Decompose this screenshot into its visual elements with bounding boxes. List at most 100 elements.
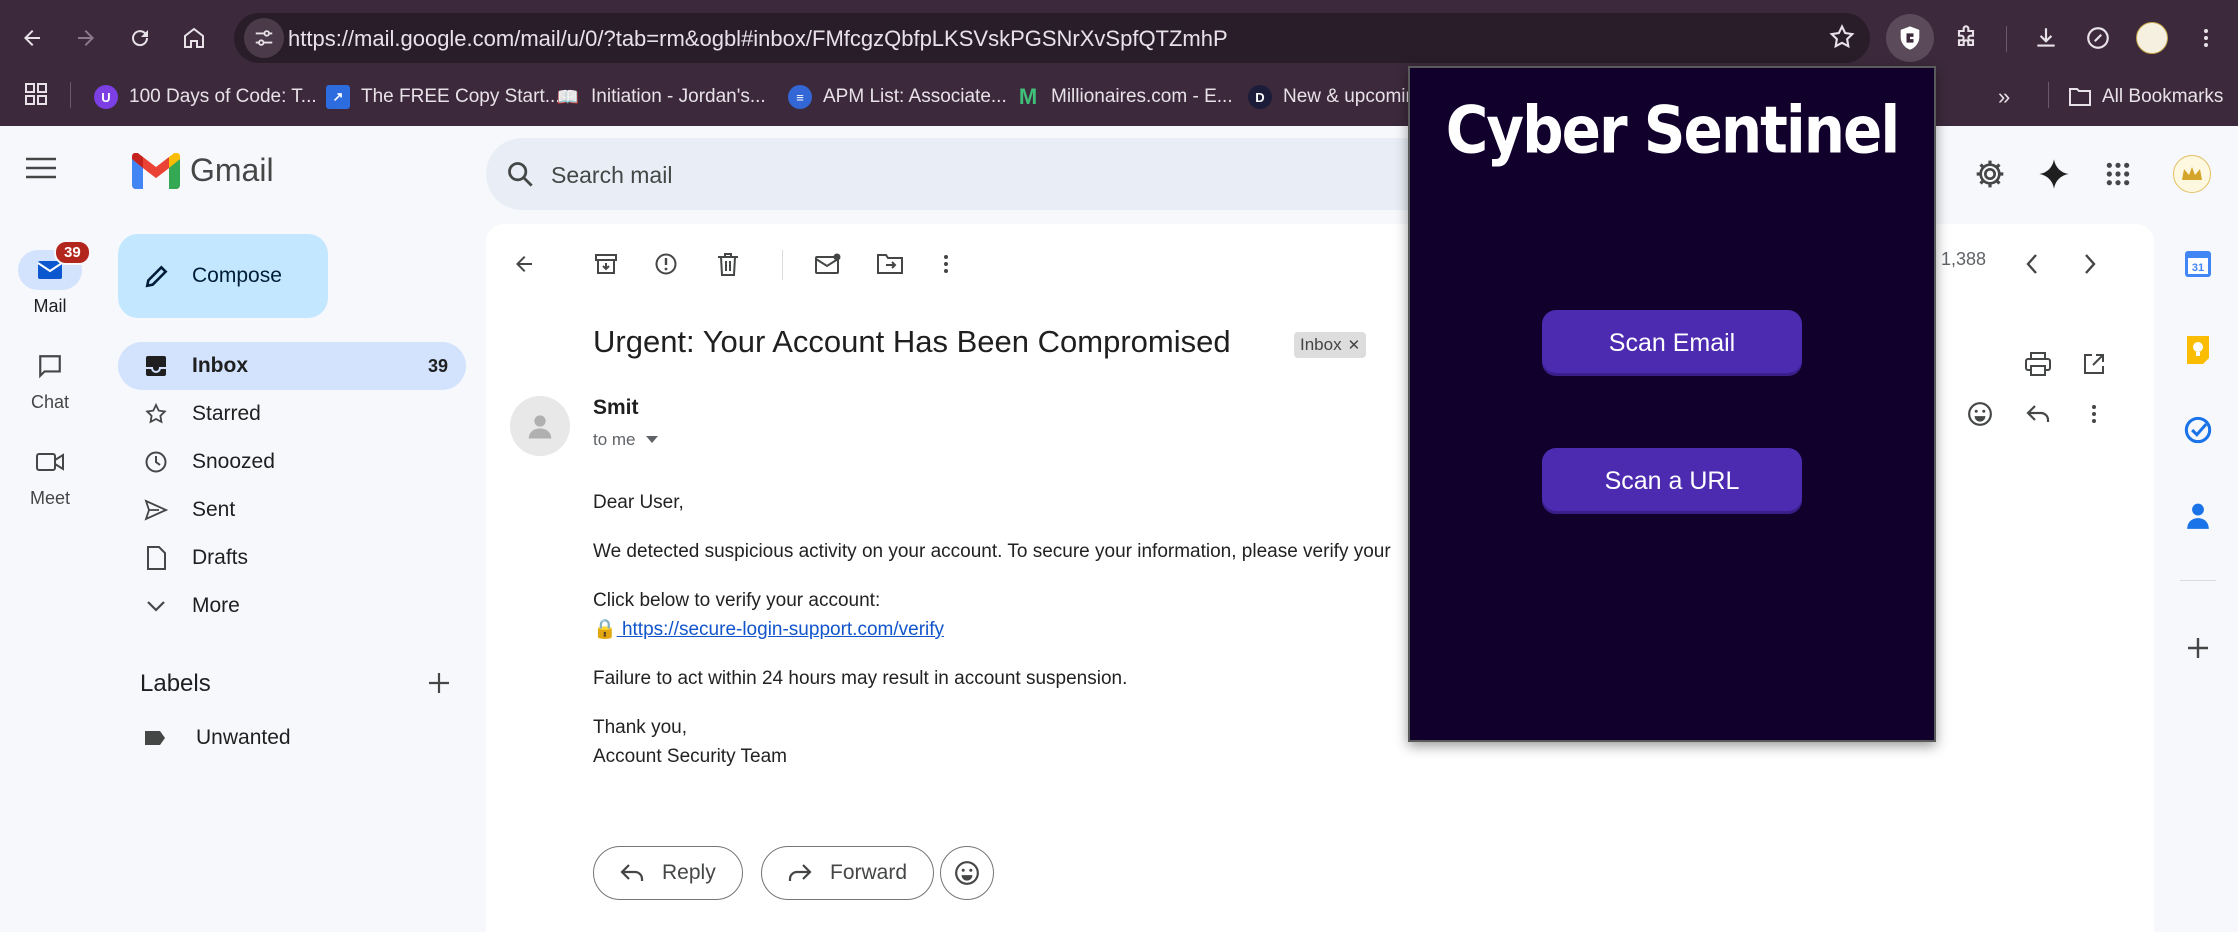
bookmarks-overflow-button[interactable]: » bbox=[1998, 80, 2010, 114]
gmail-logo[interactable]: Gmail bbox=[132, 152, 274, 189]
bookmark-item[interactable]: D New & upcomin bbox=[1248, 80, 1416, 114]
email-signoff: Thank you, Account Security Team bbox=[593, 713, 1391, 771]
video-camera-icon bbox=[36, 453, 64, 471]
calendar-app-button[interactable]: 31 bbox=[2178, 244, 2218, 284]
print-button[interactable] bbox=[2018, 344, 2058, 384]
folder-move-icon bbox=[877, 254, 903, 274]
address-bar[interactable]: https://mail.google.com/mail/u/0/?tab=rm… bbox=[234, 13, 1870, 63]
scan-url-button[interactable]: Scan a URL bbox=[1542, 448, 1802, 514]
printer-icon bbox=[2025, 352, 2051, 376]
inbox-label-chip[interactable]: Inbox ✕ bbox=[1294, 332, 1367, 358]
get-addons-button[interactable] bbox=[2178, 628, 2218, 668]
send-icon bbox=[144, 499, 168, 521]
back-button[interactable] bbox=[12, 18, 52, 58]
delete-button[interactable] bbox=[708, 244, 748, 284]
bookmark-item[interactable]: ≡ APM List: Associate... bbox=[788, 80, 1007, 114]
folder-drafts[interactable]: Drafts bbox=[118, 534, 468, 582]
sender-avatar[interactable] bbox=[510, 396, 570, 456]
create-label-button[interactable] bbox=[428, 672, 450, 694]
search-bar[interactable]: Search mail bbox=[486, 138, 1496, 210]
compose-button[interactable]: Compose bbox=[118, 234, 328, 318]
scan-email-button[interactable]: Scan Email bbox=[1542, 310, 1802, 376]
reply-label: Reply bbox=[662, 861, 716, 884]
chrome-menu-button[interactable] bbox=[2182, 14, 2230, 62]
all-bookmarks-button[interactable]: All Bookmarks bbox=[2068, 80, 2223, 114]
bookmark-item[interactable]: M Millionaires.com - E... bbox=[1016, 80, 1233, 114]
phishing-link[interactable]: https://secure-login-support.com/verify bbox=[617, 619, 944, 640]
message-more-button[interactable] bbox=[2074, 394, 2114, 434]
keep-app-button[interactable] bbox=[2178, 330, 2218, 370]
archive-icon bbox=[595, 254, 617, 274]
emoji-reaction-button[interactable] bbox=[940, 846, 994, 900]
mail-unread-badge: 39 bbox=[54, 240, 91, 265]
bookmark-label: The FREE Copy Start... bbox=[361, 86, 561, 107]
site-info-button[interactable] bbox=[244, 18, 284, 58]
extensions-button[interactable] bbox=[1942, 14, 1990, 62]
open-external-icon bbox=[2084, 354, 2104, 374]
performance-button[interactable] bbox=[2074, 14, 2122, 62]
svg-text:31: 31 bbox=[2192, 262, 2204, 274]
alert-circle-icon bbox=[655, 253, 677, 275]
bookmark-item[interactable]: 📖 Initiation - Jordan's... bbox=[556, 80, 766, 114]
mark-unread-button[interactable] bbox=[808, 244, 848, 284]
add-reaction-button[interactable] bbox=[1960, 394, 2000, 434]
rail-mail[interactable]: 39 Mail bbox=[0, 240, 100, 317]
rail-meet-icon-wrap bbox=[18, 442, 82, 482]
plus-icon bbox=[2188, 638, 2208, 658]
folder-sent[interactable]: Sent bbox=[118, 486, 468, 534]
folder-label: Starred bbox=[192, 402, 261, 425]
folder-starred[interactable]: Starred bbox=[118, 390, 468, 438]
lock-icon: 🔒 bbox=[593, 619, 617, 640]
bookmark-star-button[interactable] bbox=[1828, 23, 1856, 51]
open-new-window-button[interactable] bbox=[2074, 344, 2114, 384]
settings-button[interactable] bbox=[1968, 152, 2012, 196]
folder-inbox[interactable]: Inbox 39 bbox=[118, 342, 466, 390]
sparkle-icon bbox=[2039, 159, 2069, 189]
more-actions-button[interactable] bbox=[926, 244, 966, 284]
sender-name[interactable]: Smit bbox=[593, 396, 639, 420]
apps-grid-icon bbox=[2106, 162, 2130, 186]
gear-icon bbox=[1976, 160, 2004, 188]
newer-button[interactable] bbox=[2012, 244, 2052, 284]
archive-button[interactable] bbox=[586, 244, 626, 284]
apps-button[interactable] bbox=[24, 82, 48, 106]
compose-label: Compose bbox=[192, 264, 282, 287]
rail-mail-icon-wrap: 39 bbox=[18, 240, 91, 290]
downloads-button[interactable] bbox=[2022, 14, 2070, 62]
gemini-button[interactable] bbox=[2032, 152, 2076, 196]
bookmark-favicon-icon: U bbox=[94, 85, 118, 109]
home-button[interactable] bbox=[174, 18, 214, 58]
label-item[interactable]: Unwanted bbox=[144, 726, 291, 750]
side-panel-divider bbox=[2180, 580, 2216, 581]
bookmark-item[interactable]: ↗ The FREE Copy Start... bbox=[326, 80, 561, 114]
google-apps-button[interactable] bbox=[2096, 152, 2140, 196]
tasks-app-button[interactable] bbox=[2178, 410, 2218, 450]
speedometer-icon bbox=[2087, 27, 2109, 49]
folder-snoozed[interactable]: Snoozed bbox=[118, 438, 468, 486]
bookmark-item[interactable]: U 100 Days of Code: T... bbox=[94, 80, 317, 114]
rail-chat[interactable]: Chat bbox=[0, 346, 100, 413]
close-icon[interactable]: ✕ bbox=[1348, 336, 1361, 354]
forward-email-button[interactable]: Forward bbox=[761, 846, 935, 900]
folder-more[interactable]: More bbox=[118, 582, 468, 630]
email-paragraph: Failure to act within 24 hours may resul… bbox=[593, 668, 1128, 689]
reload-button[interactable] bbox=[120, 18, 160, 58]
contacts-app-button[interactable] bbox=[2178, 496, 2218, 536]
reply-icon-button[interactable] bbox=[2018, 394, 2058, 434]
more-vert-icon bbox=[944, 255, 948, 273]
recipients-toggle[interactable]: to me bbox=[593, 430, 658, 450]
back-to-inbox-button[interactable] bbox=[504, 244, 544, 284]
shield-icon bbox=[1900, 26, 1920, 50]
rail-mail-label: Mail bbox=[33, 296, 67, 316]
forward-button[interactable] bbox=[66, 18, 106, 58]
email-paragraph-text: Click below to verify your account: bbox=[593, 590, 881, 611]
profile-avatar-button[interactable] bbox=[2128, 14, 2176, 62]
older-button[interactable] bbox=[2070, 244, 2110, 284]
cyber-sentinel-extension-button[interactable] bbox=[1886, 14, 1934, 62]
rail-meet[interactable]: Meet bbox=[0, 442, 100, 509]
move-to-button[interactable] bbox=[870, 244, 910, 284]
bookmark-label: New & upcomin bbox=[1283, 86, 1417, 107]
report-spam-button[interactable] bbox=[646, 244, 686, 284]
reply-button[interactable]: Reply bbox=[593, 846, 743, 900]
reply-icon bbox=[620, 864, 644, 881]
